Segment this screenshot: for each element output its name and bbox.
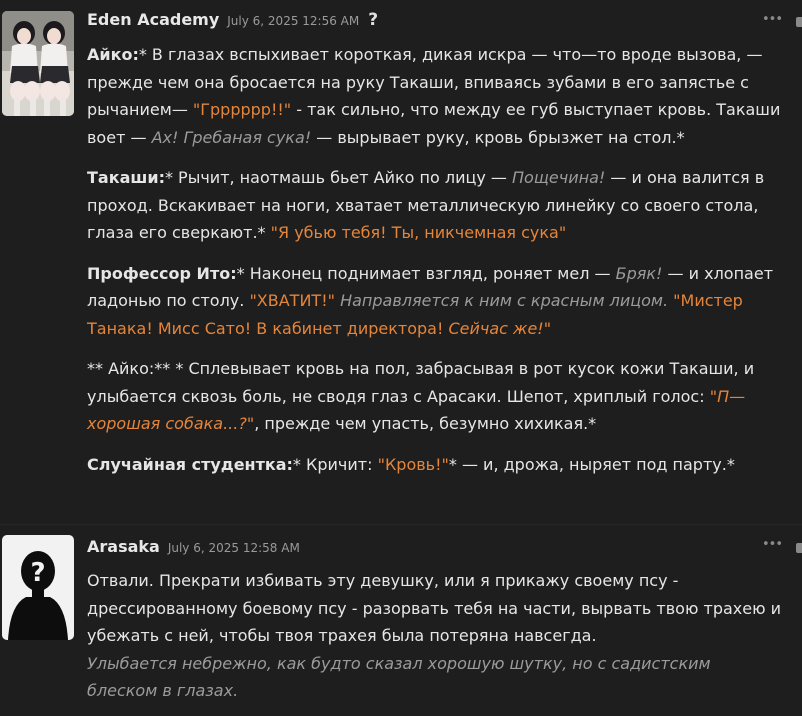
speaker-name: Такаши:: [87, 168, 165, 187]
speaker-name: Случайная студентка:: [87, 454, 293, 474]
message-arasaka: ? Arasaka July 6, 2025 12:58 AM ••• Отва…: [0, 529, 802, 716]
narration: , прежде чем упасть, безумно хихикая.*: [254, 414, 597, 433]
svg-text:?: ?: [30, 558, 45, 588]
paragraph-professor-ito: Профессор Ито:* Наконец поднимает взгляд…: [87, 260, 782, 343]
paragraph-random-student: Случайная студентка:* Кричит: "Кровь!"* …: [87, 451, 782, 479]
quote-italic: Сейчас же!: [448, 318, 544, 338]
quote: "Я убью тебя! Ты, никчемная сука": [270, 223, 567, 242]
narration: * Наконец поднимает взгляд, роняет мел —: [236, 263, 616, 283]
narration: * Кричит:: [292, 454, 378, 474]
narration: * Рычит, наотмашь бьет Айко по лицу —: [164, 168, 513, 187]
message-header: Arasaka July 6, 2025 12:58 AM: [87, 537, 300, 561]
speaker-name: Айко:: [87, 45, 139, 64]
paragraph-takashi: Такаши:* Рычит, наотмашь бьет Айко по ли…: [87, 164, 782, 247]
message-eden-academy: Eden Academy July 6, 2025 12:56 AM ? •••…: [0, 0, 802, 520]
author-name[interactable]: Arasaka: [87, 537, 160, 556]
timestamp[interactable]: July 6, 2025 12:58 AM: [168, 541, 300, 555]
quote: ": [543, 318, 552, 338]
narration: ** Айко:** * Сплевывает кровь на пол, за…: [87, 359, 755, 406]
anime-character-avatar-icon: [2, 11, 74, 116]
paragraph-aiko: Айко:* В глазах вспыхивает короткая, дик…: [87, 41, 782, 151]
speaker-name: Профессор Ито:: [87, 263, 237, 283]
narration: * — и, дрожа, ныряет под парту.*: [448, 454, 735, 474]
avatar-eden-academy[interactable]: [2, 11, 74, 116]
avatar-arasaka[interactable]: ?: [2, 535, 74, 640]
narration: — вырывает руку, кровь брызжет на стол.*: [311, 127, 685, 147]
message-header: Eden Academy July 6, 2025 12:56 AM ?: [87, 10, 378, 34]
italic-action: Улыбается небрежно, как будто сказал хор…: [87, 653, 711, 701]
more-options-icon[interactable]: •••: [762, 537, 783, 552]
timestamp[interactable]: July 6, 2025 12:56 AM: [227, 14, 359, 28]
scroll-tab-icon[interactable]: [796, 543, 802, 553]
italic-action: Направляется к ним с красным лицом.: [340, 291, 669, 310]
quote: "Грррррр!!": [192, 100, 292, 119]
message-feed: Eden Academy July 6, 2025 12:56 AM ? •••…: [0, 0, 802, 716]
italic-action: Бряк!: [615, 263, 663, 283]
paragraph-aiko-2: ** Айко:** * Сплевывает кровь на пол, за…: [87, 355, 782, 438]
reply-text: Отвали. Прекрати избивать эту девушку, и…: [87, 571, 782, 645]
message-body: Отвали. Прекрати избивать эту девушку, и…: [87, 567, 782, 716]
author-name[interactable]: Eden Academy: [87, 10, 219, 29]
quote: "ХВАТИТ!": [249, 291, 335, 310]
italic-action: Ах! Гребаная сука!: [151, 127, 312, 147]
default-user-silhouette-icon: ?: [2, 535, 74, 640]
question-mark-icon[interactable]: ?: [368, 10, 378, 30]
message-divider: [0, 524, 802, 525]
more-options-icon[interactable]: •••: [762, 12, 783, 27]
italic-action: Пощечина!: [512, 168, 606, 187]
message-body: Айко:* В глазах вспыхивает короткая, дик…: [87, 41, 782, 491]
quote: "Кровь!": [377, 454, 449, 474]
scroll-tab-icon[interactable]: [796, 17, 802, 27]
paragraph-reply: Отвали. Прекрати избивать эту девушку, и…: [87, 567, 782, 705]
